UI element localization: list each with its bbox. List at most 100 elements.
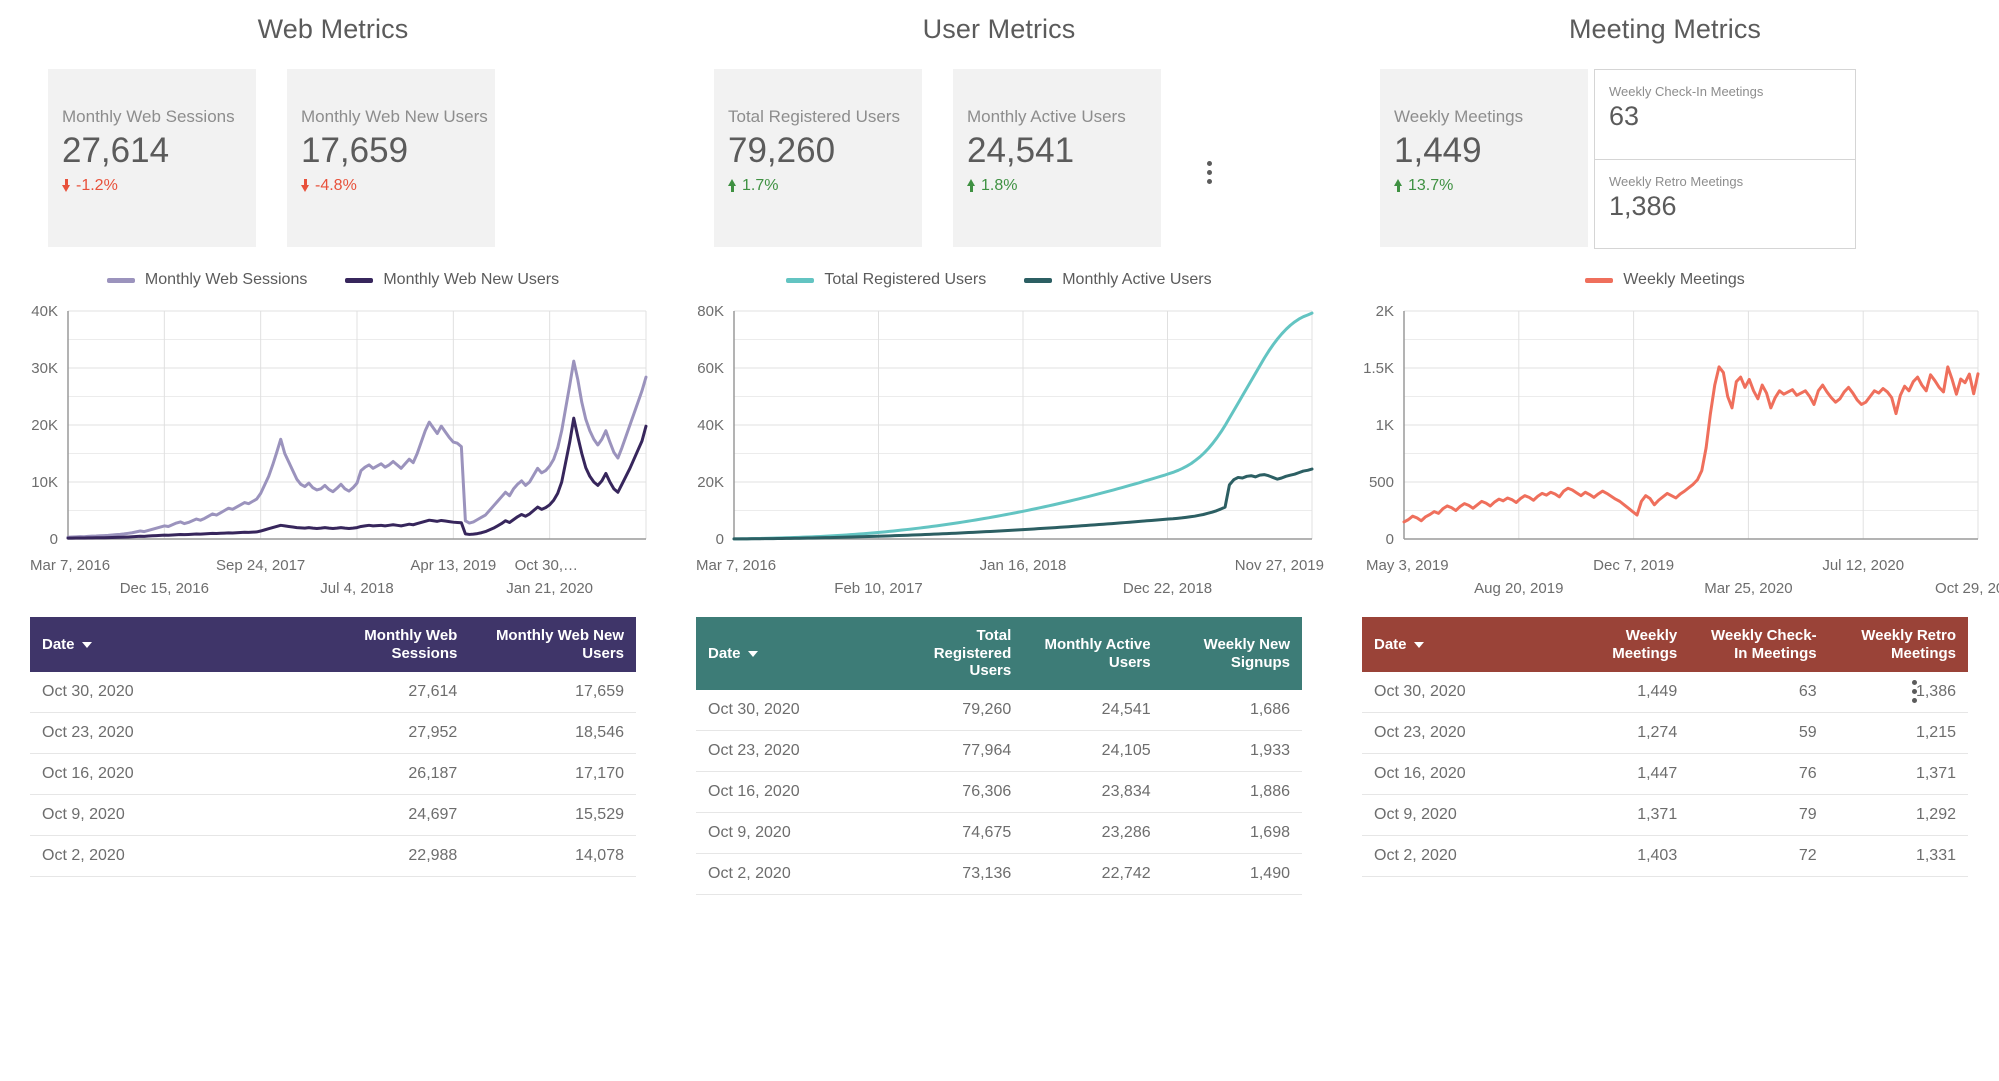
legend-swatch-icon — [1024, 277, 1053, 283]
legend-item[interactable]: Weekly Meetings — [1585, 271, 1745, 289]
scorecard-label: Monthly Active Users — [967, 107, 1126, 126]
cell-value: 1,933 — [1162, 730, 1302, 773]
legend-label: Total Registered Users — [824, 271, 987, 288]
scorecard-weekly-checkin-meetings[interactable]: Weekly Check-In Meetings 63 — [1594, 69, 1856, 160]
legend-label: Monthly Web Sessions — [144, 271, 308, 288]
sort-descending-icon[interactable] — [1413, 641, 1424, 648]
column-header[interactable]: Weekly Retro Meetings — [1828, 617, 1968, 673]
cell-value: 1,449 — [1549, 672, 1690, 714]
table-user-metrics[interactable]: Date Total Registered Users Monthly Active… — [666, 617, 1332, 896]
chart-user-metrics[interactable]: 0 20K 40K 60K 80K — [666, 303, 1332, 553]
sort-descending-icon[interactable] — [81, 641, 92, 648]
table-header: Date Monthly Web Sessions Monthly Web New … — [30, 617, 636, 673]
table-row[interactable]: Oct 30, 2020 79,260 24,541 1,686 — [696, 690, 1302, 732]
more-options-button-user[interactable] — [1199, 159, 1219, 185]
column-header-date[interactable]: Date — [30, 617, 303, 673]
cell-value: 1,686 — [1162, 690, 1302, 732]
scorecard-label: Weekly Retro Meetings — [1609, 173, 1744, 189]
column-header[interactable]: Monthly Web New Users — [469, 617, 636, 673]
legend-item[interactable]: Total Registered Users — [786, 271, 986, 289]
scorecard-delta: -4.8% — [301, 177, 495, 195]
column-header[interactable]: Monthly Web Sessions — [302, 617, 470, 673]
svg-text:80K: 80K — [697, 303, 724, 320]
table-row[interactable]: Oct 16, 2020 76,306 23,834 1,886 — [696, 771, 1302, 814]
x-axis-tick-label: Aug 20, 2019 — [1474, 580, 1564, 597]
column-header[interactable]: Weekly Check-In Meetings — [1689, 617, 1829, 673]
table-row[interactable]: Oct 23, 2020 1,274 59 1,215 — [1362, 712, 1968, 755]
table-meeting-metrics[interactable]: Date Weekly Meetings Weekly Check-In Meeti… — [1332, 617, 1998, 878]
column-header-label: Date — [708, 644, 741, 662]
x-axis-tick-label: Mar 25, 2020 — [1704, 580, 1793, 597]
table-row[interactable]: Oct 2, 2020 22,988 14,078 — [30, 835, 636, 878]
scorecard-delta: 1.8% — [967, 177, 1161, 195]
table-header: Date Weekly Meetings Weekly Check-In Meeti… — [1362, 617, 1968, 673]
column-header-label: Date — [42, 635, 75, 653]
svg-text:2K: 2K — [1376, 303, 1394, 320]
chart-legend-user: Total Registered Users Monthly Active Us… — [666, 269, 1332, 291]
cell-value: 27,614 — [302, 672, 470, 714]
table-row[interactable]: Oct 16, 2020 1,447 76 1,371 — [1362, 753, 1968, 796]
chart-meeting-metrics[interactable]: 0 500 1K 1.5K 2K — [1332, 303, 1998, 553]
table-web-metrics[interactable]: Date Monthly Web Sessions Monthly Web New … — [0, 617, 666, 878]
column-header[interactable]: Weekly New Signups — [1162, 617, 1302, 691]
column-header-label: Monthly Active Users — [1044, 635, 1151, 671]
column-header-label: Date — [1374, 635, 1407, 653]
table-row[interactable]: Oct 16, 2020 26,187 17,170 — [30, 753, 636, 796]
cell-value: 1,447 — [1549, 753, 1690, 796]
scorecard-total-registered-users[interactable]: Total Registered Users 79,260 1.7% — [714, 69, 922, 247]
table-header: Date Total Registered Users Monthly Active… — [696, 617, 1302, 691]
cell-value: 26,187 — [302, 753, 470, 796]
table-row[interactable]: Oct 9, 2020 1,371 79 1,292 — [1362, 794, 1968, 837]
scorecard-monthly-active-users[interactable]: Monthly Active Users 24,541 1.8% — [953, 69, 1161, 247]
table-row[interactable]: Oct 9, 2020 24,697 15,529 — [30, 794, 636, 837]
column-header[interactable]: Weekly Meetings — [1549, 617, 1690, 673]
scorecard-weekly-meetings[interactable]: Weekly Meetings 1,449 13.7% — [1380, 69, 1588, 247]
table-row[interactable]: Oct 9, 2020 74,675 23,286 1,698 — [696, 812, 1302, 855]
cell-value: 24,697 — [302, 794, 470, 837]
table-row[interactable]: Oct 23, 2020 27,952 18,546 — [30, 712, 636, 755]
scorecard-delta: -1.2% — [62, 177, 256, 195]
chart-legend-web: Monthly Web Sessions Monthly Web New Use… — [0, 269, 666, 291]
legend-item[interactable]: Monthly Web Sessions — [106, 271, 308, 289]
cell-value: 24,105 — [1023, 730, 1163, 773]
scorecard-monthly-web-new-users[interactable]: Monthly Web New Users 17,659 -4.8% — [287, 69, 495, 247]
column-header[interactable]: Total Registered Users — [883, 617, 1024, 691]
cell-date: Oct 16, 2020 — [696, 771, 884, 814]
kebab-dot-icon — [1206, 169, 1212, 175]
scorecard-row-meeting: Weekly Meetings 1,449 13.7% Weekly Check… — [1332, 69, 1998, 249]
legend-item[interactable]: Monthly Web New Users — [345, 271, 559, 289]
x-axis-tick-label: Nov 27, 2019 — [1234, 557, 1324, 574]
table-row[interactable]: Oct 2, 2020 1,403 72 1,331 — [1362, 835, 1968, 878]
svg-text:0: 0 — [50, 531, 58, 548]
cell-date: Oct 23, 2020 — [1362, 712, 1550, 755]
cell-value: 63 — [1689, 672, 1829, 714]
scorecard-row-user: Total Registered Users 79,260 1.7% Month… — [666, 69, 1332, 247]
svg-text:20K: 20K — [31, 417, 58, 434]
cell-date: Oct 30, 2020 — [1362, 672, 1550, 714]
mini-card-stack: Weekly Check-In Meetings 63 Weekly Retro… — [1594, 69, 1856, 249]
table-row[interactable]: Oct 30, 2020 27,614 17,659 — [30, 672, 636, 714]
scorecard-label: Monthly Web New Users — [301, 107, 488, 126]
chart-web-metrics[interactable]: 0 10K 20K 30K 40K — [0, 303, 666, 553]
scorecard-value: 24,541 — [967, 131, 1075, 170]
cell-date: Oct 16, 2020 — [30, 753, 303, 796]
x-axis-tick-label: Dec 22, 2018 — [1122, 580, 1213, 597]
table-row[interactable]: Oct 23, 2020 77,964 24,105 1,933 — [696, 730, 1302, 773]
sort-descending-icon[interactable] — [747, 650, 758, 657]
scorecard-monthly-web-sessions[interactable]: Monthly Web Sessions 27,614 -1.2% — [48, 69, 256, 247]
table-row[interactable]: Oct 2, 2020 73,136 22,742 1,490 — [696, 853, 1302, 896]
column-header-date[interactable]: Date — [696, 617, 884, 691]
legend-item[interactable]: Monthly Active Users — [1024, 271, 1212, 289]
dashboard: Web Metrics Monthly Web Sessions 27,614 … — [0, 0, 1999, 1081]
cell-date: Oct 9, 2020 — [1362, 794, 1550, 837]
cell-value: 1,371 — [1828, 753, 1968, 796]
more-options-button-meeting[interactable] — [1904, 678, 1924, 704]
table-body: Oct 30, 2020 79,260 24,541 1,686 Oct 23, 202… — [696, 690, 1302, 896]
cell-value: 1,698 — [1162, 812, 1302, 855]
column-header-label: Weekly Retro Meetings — [1861, 627, 1956, 662]
column-header[interactable]: Monthly Active Users — [1023, 617, 1163, 691]
scorecard-weekly-retro-meetings[interactable]: Weekly Retro Meetings 1,386 — [1594, 159, 1856, 249]
chart-x-axis-web: Mar 7, 2016 Dec 15, 2016 Sep 24, 2017 Jul 4… — [0, 555, 666, 607]
column-header-date[interactable]: Date — [1362, 617, 1550, 673]
table-row[interactable]: Oct 30, 2020 1,449 63 1,386 — [1362, 672, 1968, 714]
